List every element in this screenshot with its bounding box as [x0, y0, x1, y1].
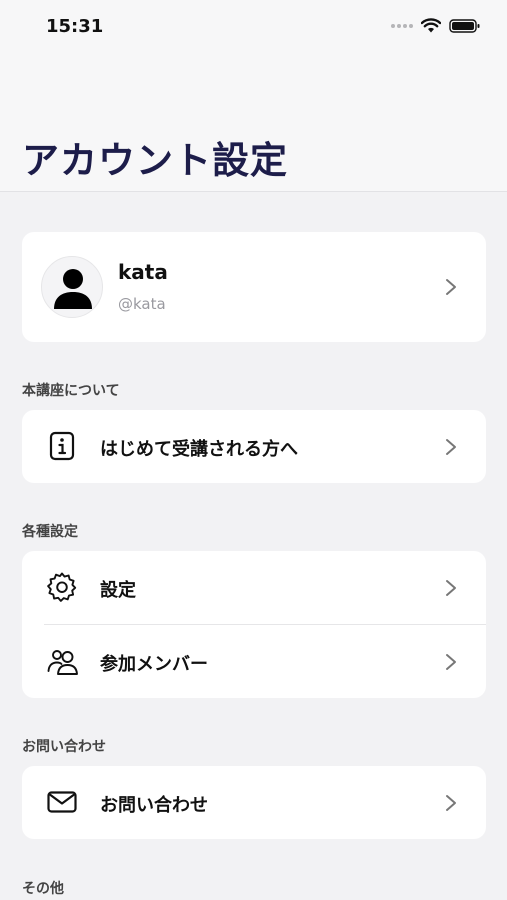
settings-card: 設定 参加メンバー [22, 551, 486, 698]
about-card: はじめて受講される方へ [22, 410, 486, 483]
list-item-first-time[interactable]: はじめて受講される方へ [22, 410, 486, 483]
battery-icon [449, 19, 480, 33]
contact-card: お問い合わせ [22, 766, 486, 839]
chevron-right-icon [446, 580, 456, 596]
wifi-icon [421, 18, 441, 33]
header: アカウント設定 [0, 56, 507, 192]
list-item-label: はじめて受講される方へ [100, 439, 298, 460]
info-icon [49, 431, 75, 461]
section-label-contact: お問い合わせ [22, 739, 106, 755]
status-time: 15:31 [46, 16, 104, 37]
people-icon [47, 650, 78, 675]
profile-handle: @kata [118, 295, 166, 313]
status-icons [391, 18, 481, 34]
section-label-settings: 各種設定 [22, 524, 78, 540]
section-label-other: その他 [22, 881, 64, 897]
mail-icon [47, 791, 77, 813]
status-bar: 15:31 [0, 0, 507, 56]
gear-icon [47, 572, 77, 602]
list-item-label: 参加メンバー [100, 654, 208, 675]
page-title: アカウント設定 [22, 139, 288, 182]
list-item-settings[interactable]: 設定 [22, 551, 486, 625]
signal-icon [391, 24, 413, 28]
list-item-members[interactable]: 参加メンバー [22, 625, 486, 698]
chevron-right-icon [446, 654, 456, 670]
section-label-about: 本講座について [22, 383, 120, 399]
avatar [41, 256, 103, 318]
list-item-label: 設定 [100, 580, 136, 601]
profile-name: kata [118, 260, 168, 284]
list-item-label: お問い合わせ [100, 795, 208, 816]
person-icon [54, 269, 92, 309]
chevron-right-icon [446, 439, 456, 455]
chevron-right-icon [446, 795, 456, 811]
chevron-right-icon [446, 279, 456, 295]
profile-card[interactable]: kata @kata [22, 232, 486, 342]
list-item-contact[interactable]: お問い合わせ [22, 766, 486, 839]
